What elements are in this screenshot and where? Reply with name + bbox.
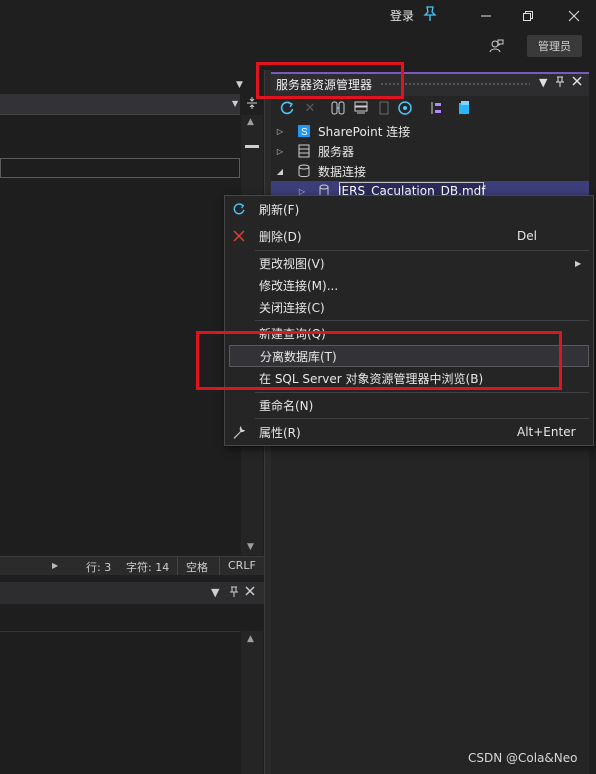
menu-item-delete[interactable]: 删除(D) Del [225,225,593,247]
expander-collapsed-icon[interactable]: ▷ [274,147,286,156]
tree-item-label: SharePoint 连接 [318,124,411,139]
editor-status-bar: ▶ 行: 3 字符: 14 空格 CRLF [0,556,264,575]
data-connection-icon [296,164,312,178]
watermark: CSDN @Cola&Neo [468,751,578,765]
menu-item-modify-connection[interactable]: 修改连接(M)... [225,274,593,296]
context-menu: 刷新(F) 删除(D) Del 更改视图(V) ▶ 修改连接(M)... 关闭连… [224,195,594,446]
menu-separator [255,392,589,393]
pushpin-icon[interactable] [555,76,565,91]
editor-navigation-bar[interactable] [0,94,240,115]
sign-in-link[interactable]: 登录 [390,7,414,24]
menu-item-label: 删除(D) [259,229,302,244]
editor-tab-strip [0,76,264,94]
line-ending-indicator[interactable]: CRLF [228,559,256,572]
menu-item-label: 属性(R) [259,425,301,440]
chevron-down-icon[interactable]: ▼ [232,99,238,108]
connect-to-server-icon[interactable] [352,99,370,117]
refresh-icon [231,201,247,217]
editor-text-field[interactable] [0,158,240,178]
line-indicator[interactable]: 行: 3 [86,559,111,575]
menu-item-close-connection[interactable]: 关闭连接(C) [225,296,593,318]
restore-icon[interactable] [518,6,538,26]
sharepoint-icon: S [296,124,312,138]
menu-separator [255,320,589,321]
pushpin-icon[interactable] [422,5,438,23]
tree-item-servers[interactable]: ▷ 服务器 [274,141,354,161]
pushpin-icon[interactable] [229,586,239,601]
menu-item-label: 修改连接(M)... [259,278,339,293]
delete-icon[interactable]: ✕ [301,99,319,117]
delete-icon [231,228,247,244]
server-icon [296,144,312,158]
hierarchy-icon[interactable] [428,99,446,117]
minimize-icon[interactable] [476,6,496,26]
connect-sharepoint-icon[interactable] [375,99,393,117]
menu-item-refresh[interactable]: 刷新(F) [225,198,593,220]
submenu-arrow-icon: ▶ [575,258,582,268]
scroll-down-icon[interactable]: ▼ [247,542,254,552]
tree-item-sharepoint[interactable]: ▷ S SharePoint 连接 [274,121,410,141]
menu-item-label: 重命名(N) [259,398,314,413]
output-panel-header [0,582,264,604]
output-vertical-scrollbar[interactable]: ▲ [241,631,263,774]
connect-to-database-icon[interactable] [329,99,347,117]
menu-separator [255,250,589,251]
menu-separator [255,418,589,419]
admin-badge: 管理员 [527,35,582,57]
wrench-icon [231,424,247,440]
svg-text:S: S [301,127,308,138]
menu-item-rename[interactable]: 重命名(N) [225,394,593,416]
expander-expanded-icon[interactable]: ◢ [274,167,286,176]
annotation-box-menu-item [196,331,562,390]
scroll-up-icon[interactable]: ▲ [247,117,254,127]
menu-item-shortcut: Del [517,229,537,243]
expander-collapsed-icon[interactable]: ▷ [274,127,286,136]
tree-item-data-connections[interactable]: ◢ 数据连接 [274,161,366,181]
close-icon[interactable] [572,76,582,89]
chevron-down-icon[interactable]: ▼ [539,76,547,89]
close-icon[interactable] [245,586,255,599]
chevron-down-icon[interactable]: ▼ [211,586,219,599]
menu-item-label: 刷新(F) [259,202,300,217]
close-icon[interactable] [564,6,584,26]
menu-item-label: 关闭连接(C) [259,300,325,315]
feedback-person-icon[interactable] [487,37,505,55]
azure-icon[interactable] [396,99,414,117]
properties-icon[interactable] [455,99,473,117]
title-bar [0,0,596,32]
menu-item-properties[interactable]: 属性(R) Alt+Enter [225,421,593,443]
scroll-thumb[interactable] [245,145,259,148]
output-panel-toolbar [0,605,240,632]
menu-item-shortcut: Alt+Enter [517,425,576,439]
chevron-down-icon[interactable]: ▼ [236,80,243,90]
scroll-right-icon[interactable]: ▶ [52,561,58,570]
annotation-box-title [256,62,404,99]
refresh-icon[interactable] [278,99,296,117]
whitespace-indicator[interactable]: 空格 [186,559,208,575]
tree-item-label: 数据连接 [318,164,367,179]
tree-item-label: 服务器 [318,144,355,159]
menu-item-label: 更改视图(V) [259,256,325,271]
char-indicator[interactable]: 字符: 14 [126,559,169,575]
menu-item-change-view[interactable]: 更改视图(V) ▶ [225,252,593,274]
scroll-up-icon[interactable]: ▲ [247,634,254,644]
